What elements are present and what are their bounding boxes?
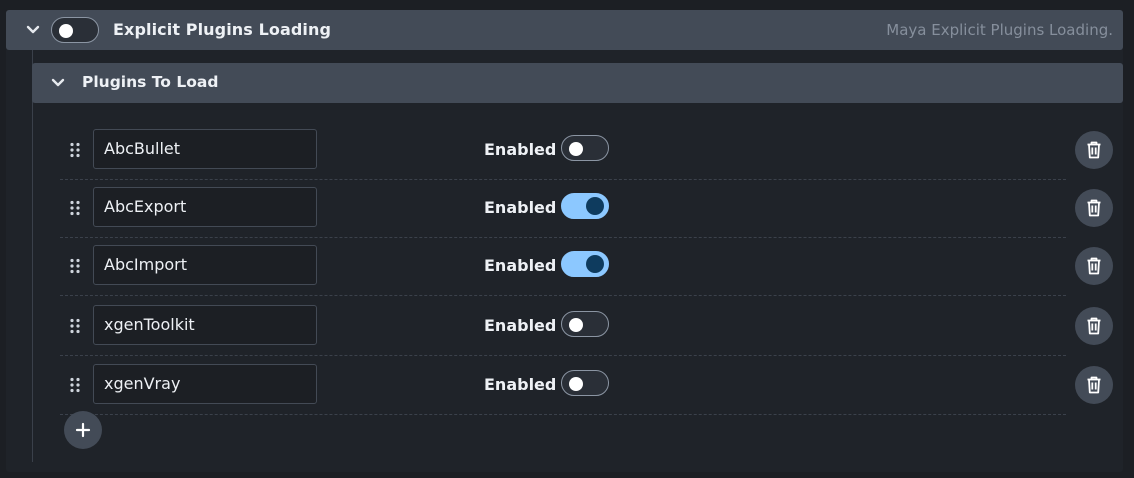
plugin-name-input[interactable]: xgenToolkit: [93, 305, 317, 345]
plugin-row: AbcExport Enabled: [60, 179, 1113, 238]
subsection-header[interactable]: Plugins To Load: [32, 63, 1123, 103]
plugin-name-input[interactable]: AbcBullet: [93, 129, 317, 169]
delete-plugin-button[interactable]: [1075, 307, 1113, 345]
section-header[interactable]: Explicit Plugins Loading Maya Explicit P…: [6, 10, 1123, 50]
toggle-knob: [569, 318, 583, 332]
enabled-label: Enabled: [484, 140, 557, 159]
plugins-to-load-section: Plugins To Load AbcBullet Enabled AbcExpor…: [32, 63, 1123, 463]
toggle-knob: [569, 142, 583, 156]
drag-handle-icon[interactable]: [69, 200, 81, 216]
plugin-name-input[interactable]: AbcExport: [93, 187, 317, 227]
plugin-row: xgenToolkit Enabled: [60, 297, 1113, 356]
plugin-name-input[interactable]: xgenVray: [93, 364, 317, 404]
plugin-enabled-toggle[interactable]: [561, 135, 609, 161]
drag-handle-icon[interactable]: [69, 258, 81, 274]
enabled-label: Enabled: [484, 256, 557, 275]
enabled-label: Enabled: [484, 198, 557, 217]
drag-handle-icon[interactable]: [69, 318, 81, 334]
delete-plugin-button[interactable]: [1075, 247, 1113, 285]
toggle-knob: [59, 24, 73, 38]
explicit-plugins-section: Explicit Plugins Loading Maya Explicit P…: [6, 10, 1123, 472]
plugin-enabled-toggle[interactable]: [561, 311, 609, 337]
section-description: Maya Explicit Plugins Loading.: [886, 21, 1113, 39]
plugin-row: xgenVray Enabled: [60, 356, 1113, 415]
plugin-row: AbcBullet Enabled: [60, 121, 1113, 180]
enabled-label: Enabled: [484, 316, 557, 335]
subsection-title: Plugins To Load: [82, 73, 219, 91]
chevron-down-icon[interactable]: [23, 20, 43, 40]
delete-plugin-button[interactable]: [1075, 131, 1113, 169]
plus-icon: [75, 422, 91, 438]
delete-plugin-button[interactable]: [1075, 189, 1113, 227]
section-enable-toggle[interactable]: [51, 17, 99, 43]
drag-handle-icon[interactable]: [69, 377, 81, 393]
toggle-knob: [569, 377, 583, 391]
plugin-enabled-toggle[interactable]: [561, 370, 609, 396]
plugin-enabled-toggle[interactable]: [561, 251, 609, 277]
toggle-knob: [586, 197, 604, 215]
enabled-label: Enabled: [484, 375, 557, 394]
drag-handle-icon[interactable]: [69, 142, 81, 158]
plugin-row: AbcImport Enabled: [60, 237, 1113, 296]
add-plugin-button[interactable]: [64, 411, 102, 449]
plugin-enabled-toggle[interactable]: [561, 193, 609, 219]
plugin-name-input[interactable]: AbcImport: [93, 245, 317, 285]
toggle-knob: [586, 255, 604, 273]
section-title: Explicit Plugins Loading: [113, 20, 332, 39]
chevron-down-icon[interactable]: [48, 73, 68, 93]
delete-plugin-button[interactable]: [1075, 366, 1113, 404]
